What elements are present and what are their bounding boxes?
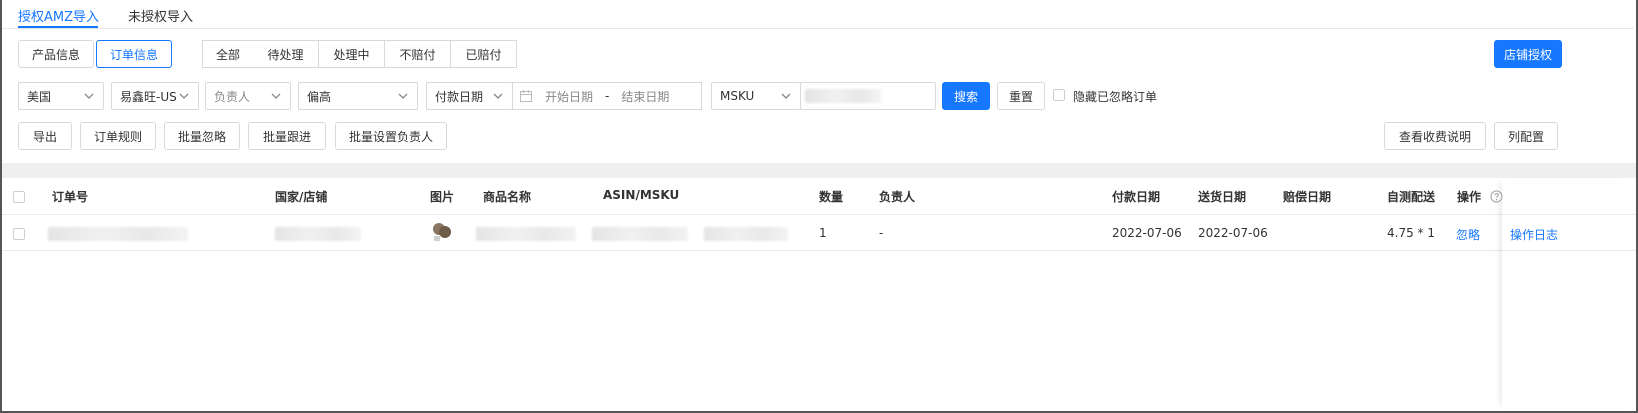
status-processing[interactable]: 处理中: [319, 40, 385, 68]
status-all[interactable]: 全部: [202, 40, 254, 68]
order-rules-button[interactable]: 订单规则: [80, 122, 156, 150]
redacted-value: [805, 89, 881, 103]
status-no-payout[interactable]: 不赔付: [385, 40, 451, 68]
country-value: 美国: [27, 89, 52, 104]
store-select[interactable]: 易鑫旺-US: [111, 82, 199, 110]
header-divider: [2, 214, 1636, 215]
col-self-test: 自测配送: [1387, 190, 1436, 204]
date-range-picker[interactable]: 开始日期 - 结束日期: [512, 82, 702, 110]
store-auth-button[interactable]: 店铺授权: [1494, 40, 1562, 68]
row-self-test: 4.75 * 1: [1387, 226, 1435, 240]
ops-row-divider: [1502, 250, 1636, 251]
row-checkbox[interactable]: [13, 228, 25, 240]
owner-select[interactable]: 负责人: [205, 82, 291, 110]
store-value: 易鑫旺-US: [120, 89, 177, 104]
col-qty: 数量: [819, 190, 844, 204]
operation-log-link[interactable]: 操作日志: [1510, 226, 1558, 243]
owner-placeholder: 负责人: [214, 89, 251, 104]
chevron-down-icon: [493, 93, 503, 99]
col-owner: 负责人: [879, 190, 916, 204]
product-thumbnail[interactable]: [430, 220, 454, 244]
col-operations: 操作: [1457, 190, 1482, 204]
hide-ignored-label: 隐藏已忽略订单: [1073, 90, 1158, 104]
col-pay-date: 付款日期: [1112, 190, 1161, 204]
order-no-redacted: [48, 227, 188, 241]
search-button[interactable]: 搜索: [942, 82, 990, 110]
tab-unauthorized[interactable]: 未授权导入: [128, 6, 193, 25]
msku-redacted: [704, 227, 788, 241]
row-divider: [2, 250, 1636, 251]
export-button[interactable]: 导出: [18, 122, 72, 150]
ignore-link[interactable]: 忽略: [1456, 226, 1480, 243]
col-product-name: 商品名称: [483, 190, 532, 204]
status-paid[interactable]: 已赔付: [451, 40, 517, 68]
chevron-down-icon: [84, 93, 94, 99]
fee-description-button[interactable]: 查看收费说明: [1384, 122, 1486, 150]
start-date-input[interactable]: 开始日期: [545, 88, 593, 105]
date-type-select[interactable]: 付款日期: [426, 82, 513, 110]
chevron-down-icon: [179, 93, 189, 99]
status-pending[interactable]: 待处理: [253, 40, 319, 68]
order-info-button[interactable]: 订单信息: [96, 40, 172, 68]
section-divider: [2, 163, 1636, 178]
sku-search-input[interactable]: [800, 82, 936, 110]
col-country-store: 国家/店铺: [275, 190, 328, 204]
chevron-down-icon: [271, 93, 281, 99]
type-value: 偏高: [307, 89, 332, 104]
chevron-down-icon: [398, 93, 408, 99]
chevron-down-icon: [781, 93, 791, 99]
sku-type-value: MSKU: [720, 89, 755, 103]
batch-set-owner-button[interactable]: 批量设置负责人: [335, 122, 447, 150]
col-order-no: 订单号: [52, 190, 89, 204]
ops-header-divider: [1502, 214, 1636, 215]
row-qty: 1: [819, 226, 827, 240]
app-frame: 授权AMZ导入 未授权导入 产品信息 订单信息 全部 待处理 处理中 不赔付 已…: [0, 0, 1638, 413]
date-type-value: 付款日期: [435, 89, 484, 104]
select-all-checkbox[interactable]: [13, 191, 25, 203]
row-owner: -: [879, 226, 884, 240]
store-redacted: [275, 227, 361, 241]
active-tab-indicator: [18, 26, 98, 28]
sku-type-select[interactable]: MSKU: [711, 82, 801, 110]
col-comp-date: 赔偿日期: [1283, 190, 1332, 204]
country-select[interactable]: 美国: [18, 82, 104, 110]
row-ship-date: 2022-07-06: [1198, 226, 1268, 240]
type-select[interactable]: 偏高: [298, 82, 418, 110]
reset-button[interactable]: 重置: [997, 82, 1045, 110]
col-ship-date: 送货日期: [1198, 190, 1247, 204]
calendar-icon: [520, 90, 532, 102]
product-info-button[interactable]: 产品信息: [18, 40, 94, 68]
row-pay-date: 2022-07-06: [1112, 226, 1182, 240]
product-name-redacted: [476, 227, 576, 241]
hide-ignored-checkbox[interactable]: [1053, 89, 1065, 101]
batch-ignore-button[interactable]: 批量忽略: [164, 122, 240, 150]
asin-redacted: [592, 227, 688, 241]
help-circle-icon[interactable]: [1490, 190, 1503, 203]
import-tabs: 授权AMZ导入 未授权导入: [2, 0, 1634, 29]
col-asin-msku: ASIN/MSKU: [603, 188, 680, 202]
batch-follow-button[interactable]: 批量跟进: [248, 122, 326, 150]
col-image: 图片: [430, 190, 455, 204]
date-range-separator: -: [605, 89, 610, 103]
column-config-button[interactable]: 列配置: [1494, 122, 1558, 150]
tab-authorized-amz[interactable]: 授权AMZ导入: [18, 6, 99, 25]
end-date-input[interactable]: 结束日期: [621, 88, 669, 105]
operations-column: [1502, 178, 1636, 411]
